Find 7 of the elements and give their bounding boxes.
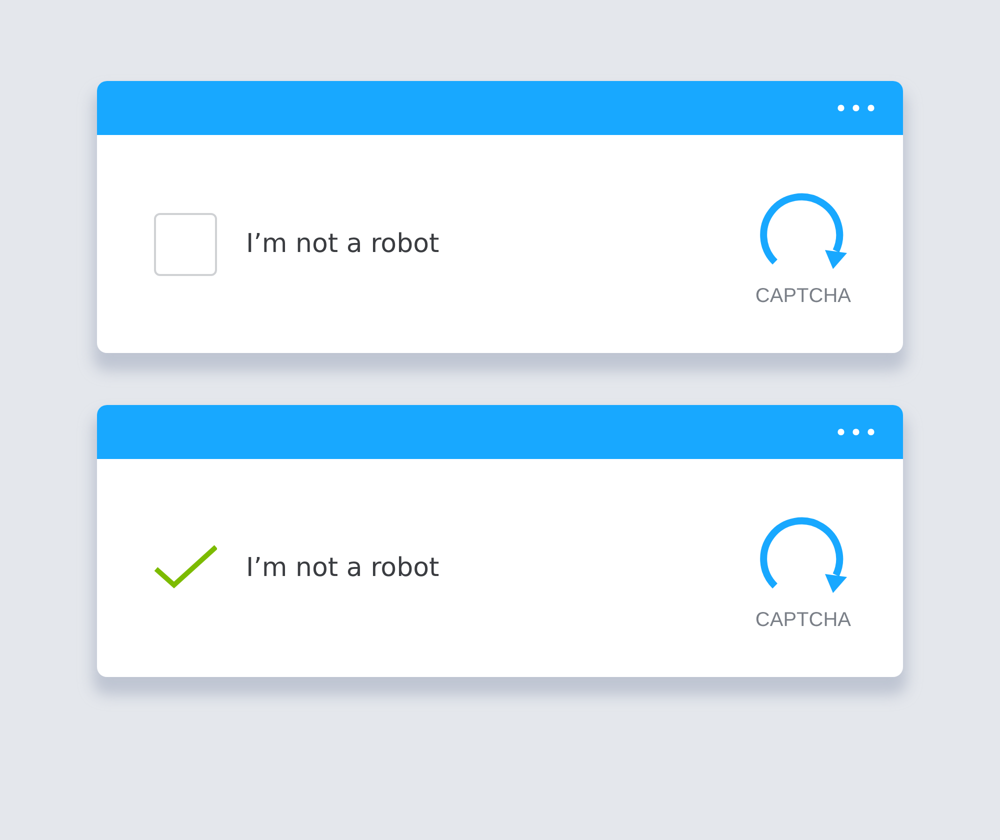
menu-icon[interactable] <box>837 428 875 436</box>
menu-icon[interactable] <box>837 104 875 112</box>
captcha-logo-text: CAPTCHA <box>755 284 851 308</box>
checkbox[interactable] <box>154 212 217 276</box>
checkbox-label: I’m not a robot <box>246 229 440 259</box>
captcha-logo-text: CAPTCHA <box>755 608 851 632</box>
checkbox-label: I’m not a robot <box>246 553 440 583</box>
